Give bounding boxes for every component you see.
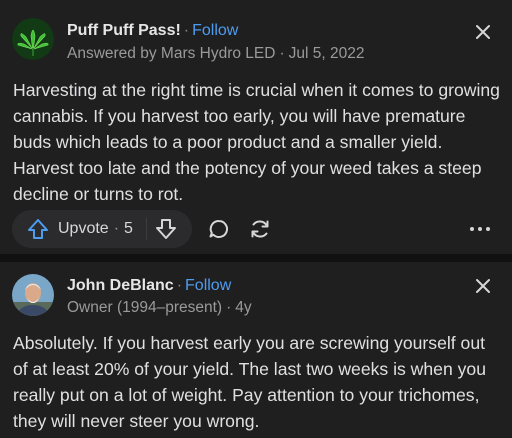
separator: · bbox=[176, 277, 183, 294]
credential-line: Answered by Mars Hydro LED · Jul 5, 2022 bbox=[67, 45, 364, 63]
profile-photo-icon bbox=[12, 274, 54, 316]
share-icon[interactable] bbox=[248, 217, 272, 241]
upvote-button[interactable]: Upvote · 5 bbox=[26, 210, 133, 248]
answer-text: Absolutely. If you harvest early you are… bbox=[13, 333, 486, 431]
credential: Owner (1994–present) bbox=[67, 299, 223, 316]
credential: Answered by Mars Hydro LED bbox=[67, 45, 276, 62]
author-name[interactable]: Puff Puff Pass! bbox=[67, 22, 181, 39]
vote-pill: Upvote · 5 bbox=[12, 210, 192, 248]
more-options-icon[interactable] bbox=[468, 218, 492, 240]
separator: · bbox=[113, 220, 120, 237]
answer-card: John DeBlanc · Follow Owner (1994–present)… bbox=[0, 262, 512, 438]
separator: · bbox=[226, 299, 232, 316]
author-line: John DeBlanc · Follow bbox=[67, 277, 231, 295]
answer-date[interactable]: Jul 5, 2022 bbox=[289, 45, 365, 62]
follow-button[interactable]: Follow bbox=[192, 22, 238, 39]
author-name[interactable]: John DeBlanc bbox=[67, 277, 174, 294]
divider bbox=[146, 218, 147, 240]
answer-card: Puff Puff Pass! · Follow Answered by Mars … bbox=[0, 0, 512, 254]
cannabis-leaf-icon bbox=[12, 18, 54, 60]
author-line: Puff Puff Pass! · Follow bbox=[67, 22, 238, 40]
section-divider bbox=[0, 254, 512, 262]
close-icon[interactable] bbox=[474, 277, 492, 295]
avatar[interactable] bbox=[12, 274, 54, 316]
separator: · bbox=[279, 45, 285, 62]
separator: · bbox=[183, 22, 190, 39]
upvote-arrow-icon bbox=[28, 219, 48, 239]
upvote-label: Upvote bbox=[58, 220, 109, 237]
credential-line: Owner (1994–present) · 4y bbox=[67, 299, 252, 317]
avatar[interactable] bbox=[12, 18, 54, 60]
answer-text: Harvesting at the right time is crucial … bbox=[13, 80, 500, 204]
upvote-count: 5 bbox=[124, 220, 133, 237]
downvote-arrow-icon[interactable] bbox=[154, 217, 178, 241]
comment-icon[interactable] bbox=[207, 217, 231, 241]
follow-button[interactable]: Follow bbox=[185, 277, 231, 294]
action-bar: Upvote · 5 bbox=[12, 210, 500, 248]
answer-date[interactable]: 4y bbox=[235, 299, 251, 316]
close-icon[interactable] bbox=[474, 23, 492, 41]
